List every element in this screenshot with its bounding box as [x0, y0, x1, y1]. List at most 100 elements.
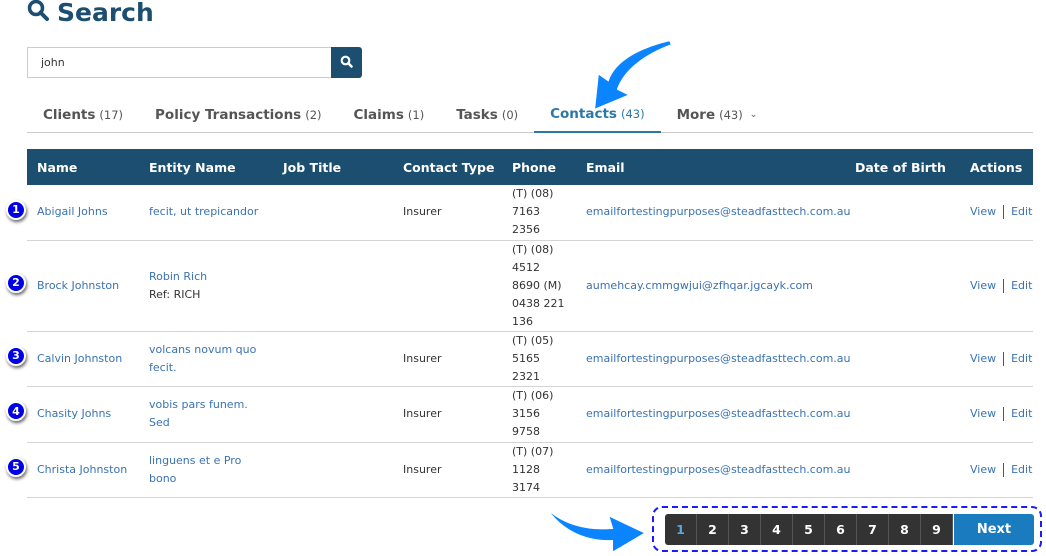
tab-count: (43) [719, 107, 743, 122]
result-tabs: Clients (17) Policy Transactions (2) Claims(… [27, 96, 1033, 133]
tab-label: More [676, 106, 716, 123]
row-number-badge: 2 [6, 272, 26, 293]
phone: (T) (06) 3156 9758 [502, 386, 576, 443]
date-of-birth [845, 442, 960, 498]
view-link[interactable]: View [970, 205, 996, 218]
entity-name-link[interactable]: fecit, ut trepicandor [149, 203, 263, 221]
page-3-button[interactable]: 3 [729, 514, 761, 545]
phone: (T) (05) 5165 2321 [502, 331, 576, 387]
edit-link[interactable]: Edit [1011, 205, 1032, 218]
email-link[interactable]: emailfortestingpurposes@steadfasttech.co… [586, 205, 851, 218]
search-icon [27, 0, 49, 27]
tab-label: Tasks [456, 106, 498, 123]
tab-label: Clients [43, 106, 96, 123]
email-link[interactable]: emailfortestingpurposes@steadfasttech.co… [586, 407, 851, 420]
divider [1003, 462, 1005, 477]
tab-count: (0) [501, 107, 519, 122]
row-number-badge: 5 [6, 456, 26, 477]
date-of-birth [845, 331, 960, 387]
contact-type: Insurer [393, 442, 502, 498]
page-9-button[interactable]: 9 [921, 514, 953, 545]
tab-policy-transactions[interactable]: Policy Transactions (2) [139, 96, 337, 133]
page-1-button[interactable]: 1 [665, 514, 697, 545]
tab-count: (1) [407, 107, 425, 122]
entity-name-link[interactable]: vobis pars funem. Sed [149, 396, 263, 432]
contact-name-link[interactable]: Chasity Johns [37, 407, 111, 420]
tab-clients[interactable]: Clients (17) [27, 96, 139, 133]
phone: (T) (08) 4512 8690 (M) 0438 221 136 [502, 240, 576, 332]
divider [1003, 205, 1005, 220]
entity-name-link[interactable]: linguens et e Pro bono [149, 452, 263, 488]
phone: (T) (07) 1128 3174 [502, 442, 576, 498]
entity-name-link[interactable]: volcans novum quo fecit. [149, 341, 263, 377]
search-icon [340, 55, 353, 71]
page-title-text: Search [57, 0, 154, 27]
tab-count: (17) [99, 107, 124, 122]
page-4-button[interactable]: 4 [761, 514, 793, 545]
edit-link[interactable]: Edit [1011, 407, 1032, 420]
table-row: Christa Johnston linguens et e Pro bono … [27, 442, 1033, 498]
contacts-table: Name Entity Name Job Title Contact Type Phon… [27, 149, 1033, 498]
edit-link[interactable]: Edit [1011, 279, 1032, 292]
tab-claims[interactable]: Claims (1) [338, 96, 441, 133]
divider [1003, 351, 1005, 366]
tab-count: (2) [305, 107, 322, 122]
table-row: Calvin Johnston volcans novum quo fecit.… [27, 331, 1033, 387]
date-of-birth [845, 240, 960, 332]
column-header-email: Email [576, 149, 845, 185]
tab-tasks[interactable]: Tasks (0) [440, 96, 534, 133]
entity-name-link[interactable]: Robin Rich [149, 268, 263, 286]
search-input[interactable] [27, 47, 331, 78]
contact-type: Insurer [393, 386, 502, 443]
view-link[interactable]: View [970, 463, 996, 476]
view-link[interactable]: View [970, 352, 996, 365]
job-title [273, 331, 393, 387]
contact-name-link[interactable]: Calvin Johnston [37, 352, 122, 365]
page-7-button[interactable]: 7 [857, 514, 889, 545]
table-row: Chasity Johns vobis pars funem. Sed Insu… [27, 386, 1033, 443]
date-of-birth [845, 386, 960, 443]
edit-link[interactable]: Edit [1011, 463, 1032, 476]
column-header-job-title: Job Title [273, 149, 393, 185]
search-bar [27, 47, 362, 78]
arrow-annotation-pagination [543, 504, 649, 555]
date-of-birth [845, 185, 960, 241]
pagination: 1 2 3 4 5 6 7 8 9 Next [665, 514, 1034, 545]
edit-link[interactable]: Edit [1011, 352, 1032, 365]
row-number-badge: 4 [6, 401, 26, 421]
column-header-contact-type: Contact Type [393, 149, 502, 185]
table-row: Brock Johnston Robin Rich Ref: RICH (T) (… [27, 240, 1033, 332]
page-6-button[interactable]: 6 [825, 514, 857, 545]
tab-label: Claims [353, 106, 404, 123]
view-link[interactable]: View [970, 279, 996, 292]
job-title [273, 442, 393, 498]
email-link[interactable]: emailfortestingpurposes@steadfasttech.co… [586, 352, 851, 365]
next-page-button[interactable]: Next [954, 514, 1034, 545]
contact-name-link[interactable]: Abigail Johns [37, 205, 108, 218]
divider [1003, 278, 1005, 293]
job-title [273, 240, 393, 332]
view-link[interactable]: View [970, 407, 996, 420]
page-2-button[interactable]: 2 [697, 514, 729, 545]
column-header-date-of-birth: Date of Birth [845, 149, 960, 185]
search-button[interactable] [331, 47, 362, 78]
contact-type: Insurer [393, 331, 502, 387]
page-title: Search [27, 0, 154, 27]
email-link[interactable]: aumehcay.cmmgwjui@zfhqar.jgcayk.com [586, 279, 813, 292]
arrow-annotation-contacts [592, 38, 674, 112]
column-header-entity-name: Entity Name [139, 149, 273, 185]
contact-name-link[interactable]: Christa Johnston [37, 463, 127, 476]
chevron-down-icon: ⌄ [749, 109, 758, 120]
divider [1003, 407, 1005, 421]
page-5-button[interactable]: 5 [793, 514, 825, 545]
contact-name-link[interactable]: Brock Johnston [37, 279, 119, 292]
email-link[interactable]: emailfortestingpurposes@steadfasttech.co… [586, 463, 851, 476]
row-number-badge: 3 [6, 345, 26, 366]
page-8-button[interactable]: 8 [889, 514, 921, 545]
phone: (T) (08) 7163 2356 [502, 185, 576, 241]
entity-ref: Ref: RICH [149, 287, 201, 301]
column-header-actions: Actions [960, 149, 1033, 185]
job-title [273, 185, 393, 241]
table-header: Name Entity Name Job Title Contact Type Phon… [27, 149, 1033, 185]
job-title [273, 386, 393, 443]
